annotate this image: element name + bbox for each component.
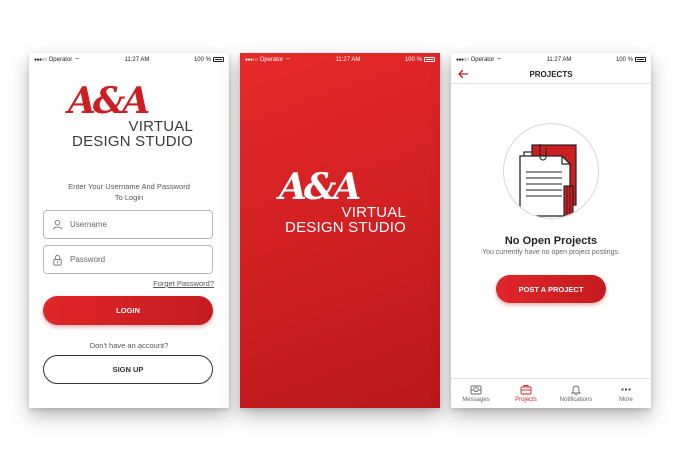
projects-screen: ●●●○○ Operator ⌔ 11:27 AM 100 % PROJECTS <box>451 53 651 408</box>
tab-notifications-label: Notifications <box>559 397 593 403</box>
no-account-text: Don't have an account? <box>89 341 169 350</box>
empty-documents-illustration <box>503 123 599 219</box>
bell-icon <box>570 385 582 395</box>
status-bar: ●●●○○ Operator ⌔ 11:27 AM 100 % <box>451 53 651 66</box>
username-field[interactable] <box>43 210 213 239</box>
password-field[interactable] <box>43 245 213 274</box>
tab-bar: Messages Projects Notifications More <box>451 378 651 408</box>
tab-more-label: More <box>619 397 633 403</box>
battery-label: 100 % <box>404 56 422 63</box>
brand-logo: A&A VIRTUAL DESIGN STUDIO <box>63 83 193 149</box>
status-time: 11:27 AM <box>124 56 150 63</box>
tab-messages-label: Messages <box>462 397 490 403</box>
battery-label: 100 % <box>615 56 633 63</box>
battery-icon <box>423 57 435 62</box>
post-project-button[interactable]: POST A PROJECT <box>496 275 606 303</box>
login-instruction: Enter Your Username And Password To Logi… <box>29 181 229 203</box>
signal-icon: ●●●○○ <box>456 56 469 63</box>
empty-state-subtitle: You currently have no open project posti… <box>482 249 620 256</box>
page-title: PROJECTS <box>529 70 573 79</box>
status-bar: ●●●○○ Operator ⌔ 11:27 AM 100 % <box>29 53 229 66</box>
battery-icon <box>212 57 224 62</box>
empty-state-title: No Open Projects <box>504 235 598 247</box>
forgot-password-link[interactable]: Forget Password? <box>153 279 214 288</box>
login-button[interactable]: LOGIN <box>43 296 213 325</box>
status-time: 11:27 AM <box>546 56 572 63</box>
more-icon <box>621 388 631 391</box>
signup-button[interactable]: SIGN UP <box>43 355 213 384</box>
instruction-line-1: Enter Your Username And Password <box>68 182 190 191</box>
splash-screen: ●●●○○ Operator ⌔ 11:27 AM 100 % A&A VIRT… <box>240 53 440 408</box>
tab-projects[interactable]: Projects <box>501 379 551 408</box>
carrier-label: Operator <box>259 56 284 63</box>
wifi-icon: ⌔ <box>496 57 502 64</box>
lock-icon <box>53 254 62 265</box>
user-icon <box>52 219 63 230</box>
back-arrow-icon[interactable] <box>457 68 469 80</box>
status-bar: ●●●○○ Operator ⌔ 11:27 AM 100 % <box>240 53 440 66</box>
signal-icon: ●●●○○ <box>245 56 258 63</box>
tab-projects-label: Projects <box>515 397 537 403</box>
brand-logo: A&A VIRTUAL DESIGN STUDIO <box>276 169 406 235</box>
username-input[interactable] <box>70 220 200 229</box>
wifi-icon: ⌔ <box>74 57 80 64</box>
tab-messages[interactable]: Messages <box>451 379 501 408</box>
tab-more[interactable]: More <box>601 379 651 408</box>
status-time: 11:27 AM <box>335 56 361 63</box>
inbox-icon <box>470 385 482 395</box>
logo-mark: A&A <box>68 80 150 122</box>
logo-line-2: DESIGN STUDIO <box>285 219 406 236</box>
tab-notifications[interactable]: Notifications <box>551 379 601 408</box>
instruction-line-2: To Login <box>114 193 144 202</box>
nav-bar: PROJECTS <box>451 66 651 84</box>
logo-mark: A&A <box>279 166 361 208</box>
battery-icon <box>634 57 646 62</box>
logo-line-2: DESIGN STUDIO <box>72 133 193 150</box>
signal-icon: ●●●○○ <box>34 56 47 63</box>
battery-label: 100 % <box>193 56 211 63</box>
wifi-icon: ⌔ <box>285 57 291 64</box>
briefcase-icon <box>520 385 532 395</box>
documents-icon <box>519 144 577 218</box>
carrier-label: Operator <box>48 56 73 63</box>
carrier-label: Operator <box>470 56 495 63</box>
password-input[interactable] <box>70 255 200 264</box>
login-screen: ●●●○○ Operator ⌔ 11:27 AM 100 % A&A VIRT… <box>29 53 229 408</box>
